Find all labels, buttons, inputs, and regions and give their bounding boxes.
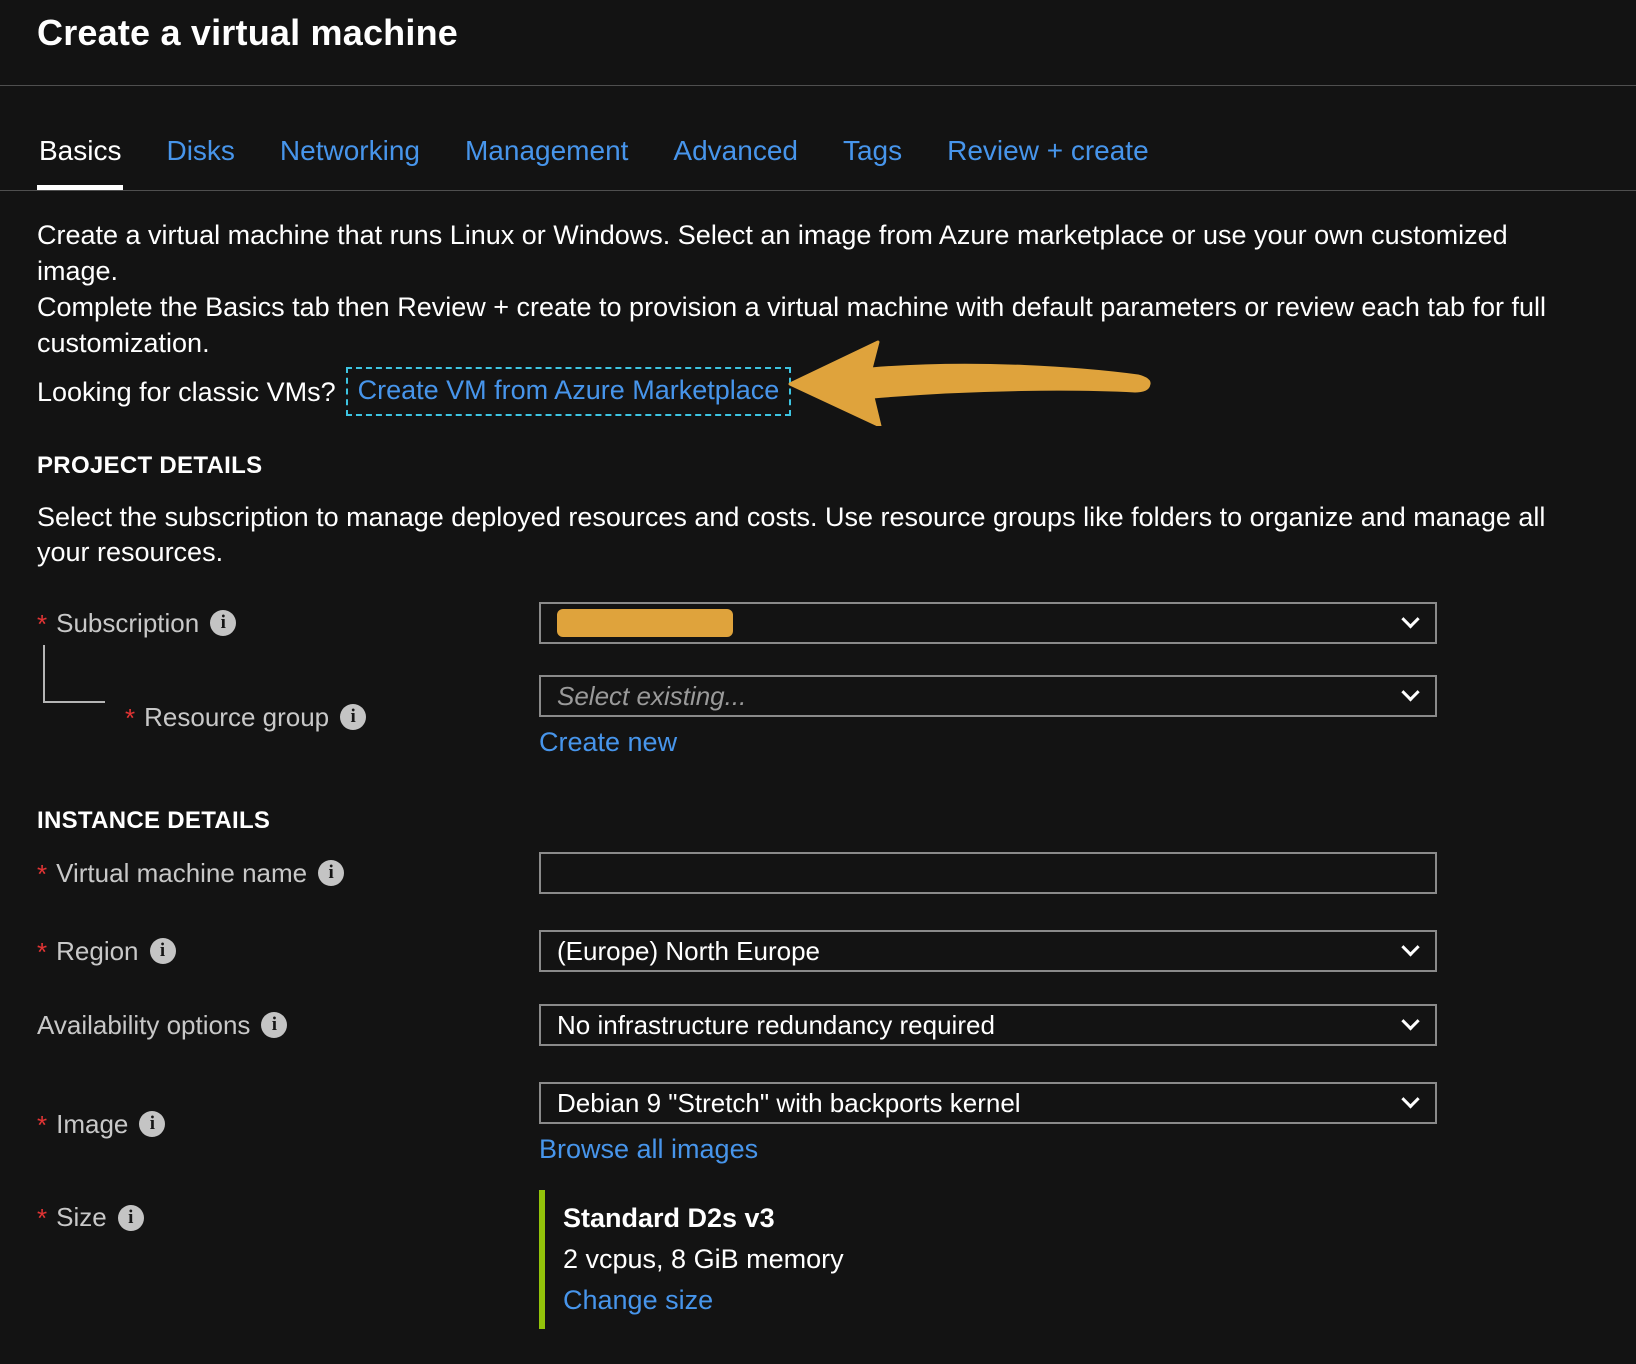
info-icon[interactable]: i — [139, 1111, 165, 1137]
browse-all-images-link[interactable]: Browse all images — [539, 1132, 758, 1166]
image-label: Image — [56, 1109, 128, 1140]
required-asterisk: * — [37, 608, 47, 634]
availability-label-group: Availability options i — [37, 1010, 539, 1041]
chevron-down-icon[interactable] — [1401, 610, 1419, 628]
tab-basics[interactable]: Basics — [37, 134, 123, 190]
create-new-link[interactable]: Create new — [539, 725, 677, 759]
required-asterisk: * — [37, 1109, 47, 1135]
create-vm-marketplace-link[interactable]: Create VM from Azure Marketplace — [346, 367, 792, 416]
info-icon[interactable]: i — [261, 1012, 287, 1038]
size-row: * Size i Standard D2s v3 2 vcpus, 8 GiB … — [37, 1190, 1599, 1329]
size-label: Size — [56, 1202, 107, 1233]
page-header: Create a virtual machine — [0, 0, 1636, 86]
resource-group-dropdown[interactable]: Select existing... — [539, 675, 1437, 717]
region-field-col: (Europe) North Europe — [539, 930, 1437, 972]
tab-tags[interactable]: Tags — [841, 134, 904, 190]
vm-name-input[interactable] — [539, 852, 1437, 894]
size-label-group: * Size i — [37, 1190, 539, 1233]
region-label-group: * Region i — [37, 936, 539, 967]
chevron-down-icon[interactable] — [1401, 1090, 1419, 1108]
info-icon[interactable]: i — [210, 610, 236, 636]
chevron-down-icon[interactable] — [1401, 1012, 1419, 1030]
chevron-down-icon[interactable] — [1401, 683, 1419, 701]
image-dropdown[interactable]: Debian 9 "Stretch" with backports kernel — [539, 1082, 1437, 1124]
image-value: Debian 9 "Stretch" with backports kernel — [557, 1088, 1021, 1119]
intro-line-2: image. — [37, 253, 1599, 289]
page-title: Create a virtual machine — [37, 12, 1636, 54]
project-details-heading: PROJECT DETAILS — [37, 452, 1636, 480]
subscription-field-col — [539, 602, 1437, 644]
size-specs: 2 vcpus, 8 GiB memory — [563, 1239, 1437, 1280]
subscription-value-redacted — [557, 609, 733, 637]
availability-dropdown[interactable]: No infrastructure redundancy required — [539, 1004, 1437, 1046]
info-icon[interactable]: i — [318, 860, 344, 886]
classic-vms-prompt: Looking for classic VMs? — [37, 374, 336, 410]
vm-name-row: * Virtual machine name i — [37, 852, 1599, 894]
image-row: * Image i Debian 9 "Stretch" with backpo… — [37, 1082, 1599, 1166]
resource-group-label-group: * Resource group i — [37, 702, 539, 733]
tab-disks[interactable]: Disks — [164, 134, 236, 190]
intro-line-3: Complete the Basics tab then Review + cr… — [37, 289, 1599, 325]
basics-form: * Subscription i * Resource group i Sele… — [0, 602, 1636, 1329]
size-selection-block: Standard D2s v3 2 vcpus, 8 GiB memory Ch… — [539, 1190, 1437, 1329]
chevron-down-icon[interactable] — [1401, 938, 1419, 956]
availability-options-row: Availability options i No infrastructure… — [37, 1004, 1599, 1046]
size-name: Standard D2s v3 — [563, 1198, 1437, 1239]
subscription-dropdown[interactable] — [539, 602, 1437, 644]
region-label: Region — [56, 936, 138, 967]
size-field-col: Standard D2s v3 2 vcpus, 8 GiB memory Ch… — [539, 1190, 1437, 1329]
tab-networking[interactable]: Networking — [278, 134, 422, 190]
availability-field-col: No infrastructure redundancy required — [539, 1004, 1437, 1046]
resource-group-row: * Resource group i Select existing... Cr… — [37, 675, 1599, 759]
tab-review-create[interactable]: Review + create — [945, 134, 1151, 190]
project-details-desc-line-1: Select the subscription to manage deploy… — [37, 500, 1636, 535]
tab-advanced[interactable]: Advanced — [671, 134, 800, 190]
resource-group-field-col: Select existing... Create new — [539, 675, 1437, 759]
region-dropdown[interactable]: (Europe) North Europe — [539, 930, 1437, 972]
vm-name-field-col — [539, 852, 1437, 894]
tab-management[interactable]: Management — [463, 134, 630, 190]
subscription-row: * Subscription i — [37, 602, 1599, 644]
region-row: * Region i (Europe) North Europe — [37, 930, 1599, 972]
region-value: (Europe) North Europe — [557, 936, 820, 967]
resource-group-label: Resource group — [144, 702, 329, 733]
required-asterisk: * — [37, 936, 47, 962]
required-asterisk: * — [37, 1202, 47, 1228]
info-icon[interactable]: i — [340, 704, 366, 730]
annotation-arrow-icon — [786, 336, 1154, 426]
project-details-desc-line-2: your resources. — [37, 535, 1636, 570]
vm-name-label-group: * Virtual machine name i — [37, 858, 539, 889]
instance-details-heading: INSTANCE DETAILS — [37, 807, 1636, 835]
info-icon[interactable]: i — [150, 938, 176, 964]
availability-value: No infrastructure redundancy required — [557, 1010, 995, 1041]
image-label-group: * Image i — [37, 1109, 539, 1140]
image-field-col: Debian 9 "Stretch" with backports kernel… — [539, 1082, 1437, 1166]
project-details-description: Select the subscription to manage deploy… — [37, 500, 1636, 570]
required-asterisk: * — [125, 702, 135, 728]
vm-name-label: Virtual machine name — [56, 858, 307, 889]
subscription-label-group: * Subscription i — [37, 608, 539, 639]
subscription-label: Subscription — [56, 608, 199, 639]
info-icon[interactable]: i — [118, 1205, 144, 1231]
required-asterisk: * — [37, 858, 47, 884]
tab-bar: Basics Disks Networking Management Advan… — [0, 86, 1636, 191]
change-size-link[interactable]: Change size — [563, 1285, 713, 1315]
tree-connector — [43, 645, 105, 703]
availability-label: Availability options — [37, 1010, 250, 1041]
resource-group-placeholder: Select existing... — [557, 681, 746, 712]
intro-line-1: Create a virtual machine that runs Linux… — [37, 217, 1599, 253]
